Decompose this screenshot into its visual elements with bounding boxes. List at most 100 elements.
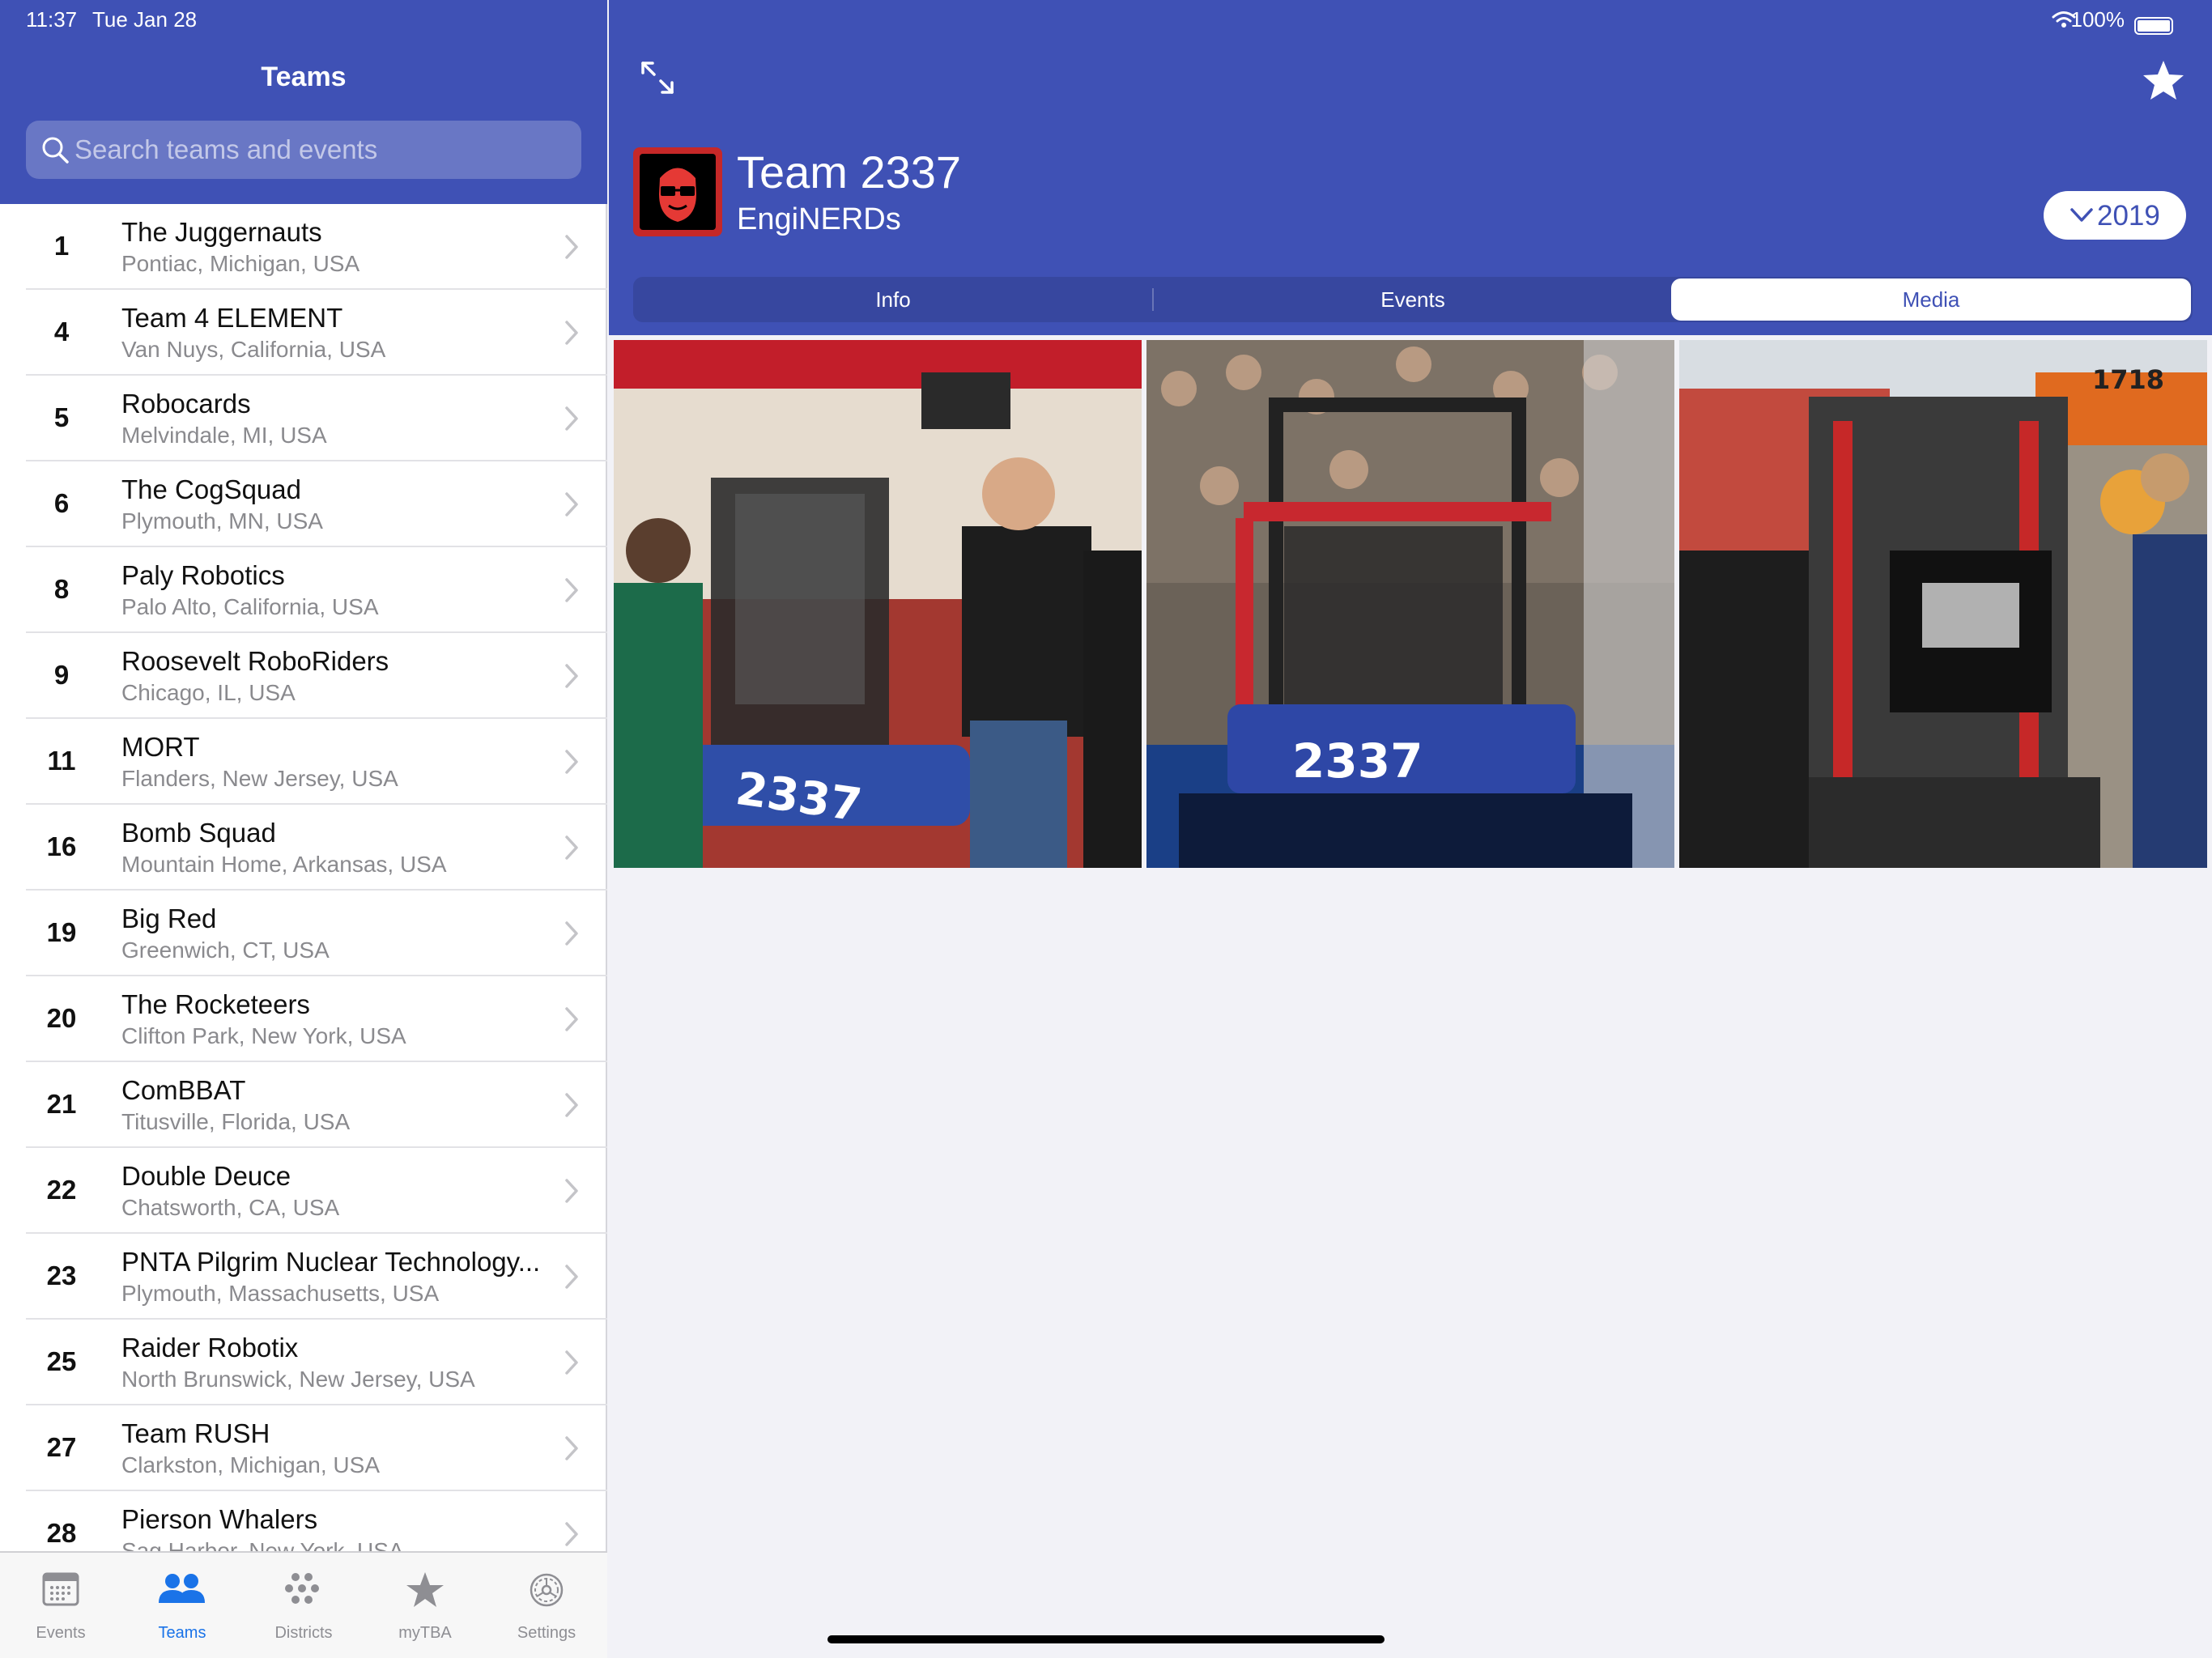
team-number: 11 [47, 746, 76, 776]
team-name: Roosevelt RoboRiders [121, 646, 389, 676]
team-name: Robocards [121, 389, 251, 419]
team-location: Pontiac, Michigan, USA [121, 251, 360, 276]
team-name: Bomb Squad [121, 818, 276, 848]
tab-bar: Events Teams Districts myTBA Settings [0, 1551, 607, 1658]
team-location: Titusville, Florida, USA [121, 1109, 351, 1134]
search-input[interactable] [74, 121, 568, 179]
team-name: The Juggernauts [121, 217, 322, 247]
team-name: Team 4 ELEMENT [121, 303, 343, 333]
team-row[interactable]: 28 Pierson Whalers Sag Harbor, New York,… [0, 1491, 607, 1551]
team-row[interactable]: 9 Roosevelt RoboRiders Chicago, IL, USA [0, 633, 607, 719]
team-location: Clifton Park, New York, USA [121, 1023, 406, 1048]
favorite-star-icon[interactable] [2141, 58, 2186, 104]
team-row[interactable]: 21 ComBBAT Titusville, Florida, USA [0, 1062, 607, 1148]
team-name: MORT [121, 732, 200, 762]
segment-events[interactable]: Events [1153, 277, 1673, 322]
media-photo[interactable]: 1718 [1679, 340, 2207, 868]
tab-teams[interactable]: Teams [121, 1553, 243, 1658]
left-nav-bar: 11:37 Tue Jan 28 Teams [0, 0, 607, 204]
team-location: Plymouth, MN, USA [121, 508, 323, 534]
team-row[interactable]: 4 Team 4 ELEMENT Van Nuys, California, U… [0, 290, 607, 376]
robot-photo-image: 2337 [1146, 340, 1674, 868]
team-avatar [633, 147, 722, 236]
team-row[interactable]: 19 Big Red Greenwich, CT, USA [0, 891, 607, 976]
chevron-right-icon [565, 1265, 578, 1289]
year-selector-button[interactable]: 2019 [2044, 191, 2186, 240]
status-indicators: 100% [2052, 7, 2173, 35]
chevron-right-icon [565, 578, 578, 602]
chevron-right-icon [565, 406, 578, 431]
robot-photo-image: 2337 [614, 340, 1142, 868]
team-header: 100% Team 2337 EngiNERDs 2019 Info Event… [609, 0, 2212, 335]
year-label: 2019 [2097, 200, 2160, 232]
team-name: Big Red [121, 903, 217, 933]
chevron-right-icon [565, 235, 578, 259]
tab-events[interactable]: Events [0, 1553, 121, 1658]
chevron-right-icon [565, 1436, 578, 1460]
chevron-right-icon [565, 1093, 578, 1117]
team-number: 21 [46, 1089, 77, 1119]
tab-label: Settings [517, 1624, 576, 1642]
team-row[interactable]: 6 The CogSquad Plymouth, MN, USA [0, 461, 607, 547]
team-number: 20 [46, 1003, 77, 1033]
team-row[interactable]: 25 Raider Robotix North Brunswick, New J… [0, 1320, 607, 1405]
team-row[interactable]: 16 Bomb Squad Mountain Home, Arkansas, U… [0, 805, 607, 891]
districts-icon [285, 1573, 319, 1604]
team-name: The Rocketeers [121, 989, 310, 1019]
tab-label: myTBA [398, 1624, 452, 1642]
team-location: Melvindale, MI, USA [121, 423, 327, 448]
team-detail-pane: 100% Team 2337 EngiNERDs 2019 Info Event… [609, 0, 2212, 1658]
segment-control: Info Events Media [633, 277, 2193, 322]
chevron-right-icon [565, 750, 578, 774]
segment-info[interactable]: Info [633, 277, 1153, 322]
team-row[interactable]: 23 PNTA Pilgrim Nuclear Technology... Pl… [0, 1234, 607, 1320]
team-name: Raider Robotix [121, 1333, 299, 1363]
robot-photo-image: 1718 [1679, 340, 2207, 868]
team-row[interactable]: 20 The Rocketeers Clifton Park, New York… [0, 976, 607, 1062]
tab-districts[interactable]: Districts [243, 1553, 364, 1658]
status-time: 11:37 [26, 7, 78, 32]
tab-label: Teams [158, 1624, 206, 1642]
chevron-down-icon [2070, 208, 2093, 222]
people-icon [159, 1574, 205, 1603]
team-nickname: EngiNERDs [737, 202, 901, 236]
media-photo[interactable]: 2337 [614, 340, 1142, 868]
expand-icon[interactable] [638, 58, 677, 97]
team-name: Pierson Whalers [121, 1504, 318, 1534]
team-location: North Brunswick, New Jersey, USA [121, 1367, 475, 1392]
chevron-right-icon [565, 1179, 578, 1203]
chevron-right-icon [565, 664, 578, 688]
home-indicator [827, 1635, 1385, 1643]
tab-settings[interactable]: Settings [486, 1553, 607, 1658]
team-location: Van Nuys, California, USA [121, 337, 386, 362]
robot-number: 2337 [1292, 733, 1423, 789]
team-location: Flanders, New Jersey, USA [121, 766, 398, 791]
search-bar[interactable] [26, 121, 581, 179]
team-list: 1 The Juggernauts Pontiac, Michigan, USA… [0, 204, 607, 1551]
search-icon [42, 137, 69, 164]
team-location: Clarkston, Michigan, USA [121, 1452, 381, 1477]
chevron-right-icon [565, 1522, 578, 1546]
team-name: Double Deuce [121, 1161, 291, 1191]
team-row[interactable]: 8 Paly Robotics Palo Alto, California, U… [0, 547, 607, 633]
team-number: 4 [53, 317, 70, 346]
media-photo[interactable]: 2337 [1146, 340, 1674, 868]
chevron-right-icon [565, 1350, 578, 1375]
tab-mytba[interactable]: myTBA [364, 1553, 486, 1658]
team-row[interactable]: 22 Double Deuce Chatsworth, CA, USA [0, 1148, 607, 1234]
team-row[interactable]: 1 The Juggernauts Pontiac, Michigan, USA [0, 204, 607, 290]
nerd-head-logo-icon [659, 168, 696, 222]
team-row[interactable]: 5 Robocards Melvindale, MI, USA [0, 376, 607, 461]
team-row[interactable]: 27 Team RUSH Clarkston, Michigan, USA [0, 1405, 607, 1491]
team-row[interactable]: 11 MORT Flanders, New Jersey, USA [0, 719, 607, 805]
team-number: 22 [46, 1175, 77, 1205]
team-name: ComBBAT [121, 1075, 246, 1105]
team-number: 9 [53, 660, 70, 690]
team-number: 6 [53, 488, 70, 518]
team-number: 28 [46, 1518, 77, 1548]
media-grid: 2337 2337 1718 [614, 340, 2209, 868]
team-number: 16 [46, 831, 77, 861]
segment-media[interactable]: Media [1671, 278, 2191, 321]
team-location: Chatsworth, CA, USA [121, 1195, 340, 1220]
team-location: Plymouth, Massachusetts, USA [121, 1281, 440, 1306]
